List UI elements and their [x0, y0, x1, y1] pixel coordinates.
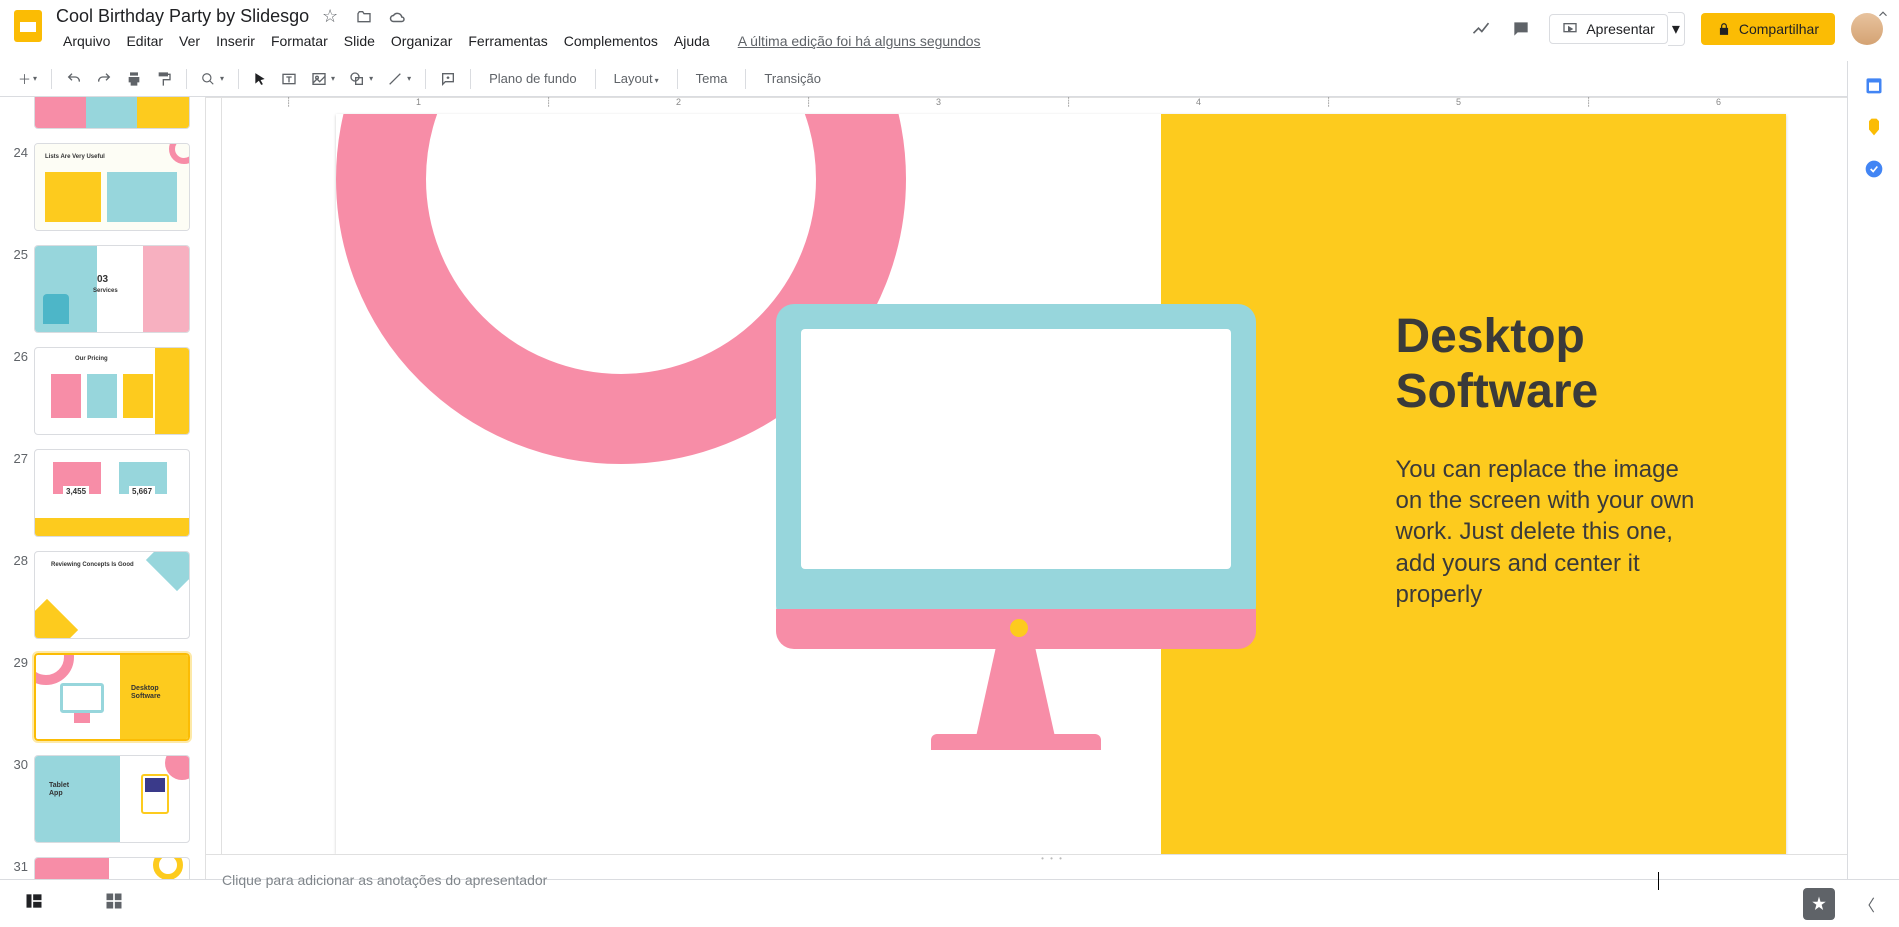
last-edit-link[interactable]: A última edição foi há alguns segundos [731, 29, 988, 53]
monitor-screen-shape[interactable] [801, 329, 1231, 569]
redo-button[interactable] [90, 67, 118, 91]
slide-thumb-31[interactable] [34, 857, 190, 879]
slide-title-line2: Software [1396, 364, 1599, 419]
new-slide-button[interactable]: ＋▾ [12, 65, 43, 92]
present-label: Apresentar [1586, 21, 1654, 37]
move-icon[interactable] [355, 8, 373, 26]
thumb-title: Reviewing Concepts Is Good [51, 562, 134, 568]
speaker-notes[interactable]: Clique para adicionar as anotações do ap… [206, 862, 1899, 898]
right-sidebar [1847, 61, 1899, 879]
thumb-title: Lists Are Very Useful [45, 154, 105, 160]
image-tool[interactable]: ▾ [305, 67, 341, 91]
title-area: Cool Birthday Party by Slidesgo ☆ Arquiv… [56, 6, 1469, 53]
slide-number: 27 [6, 449, 28, 466]
transition-button[interactable]: Transição [754, 67, 831, 90]
menu-slide[interactable]: Slide [337, 29, 382, 53]
menu-bar: Arquivo Editar Ver Inserir Formatar Slid… [56, 29, 1469, 53]
slide-number: 31 [6, 857, 28, 874]
monitor-foot-shape[interactable] [931, 734, 1101, 750]
menu-ferramentas[interactable]: Ferramentas [461, 29, 554, 53]
grid-view-icon[interactable] [104, 891, 124, 916]
vertical-ruler[interactable] [206, 98, 222, 854]
paint-format-button[interactable] [150, 67, 178, 91]
menu-inserir[interactable]: Inserir [209, 29, 262, 53]
slide-thumb-28[interactable]: Reviewing Concepts Is Good [34, 551, 190, 639]
present-button[interactable]: Apresentar [1549, 14, 1667, 44]
print-button[interactable] [120, 67, 148, 91]
comment-button[interactable] [434, 67, 462, 91]
filmstrip[interactable]: 24 Lists Are Very Useful 25 03 Services … [0, 97, 206, 879]
slide-number: 26 [6, 347, 28, 364]
calendar-addon-icon[interactable] [1864, 75, 1884, 95]
menu-complementos[interactable]: Complementos [557, 29, 665, 53]
menu-ver[interactable]: Ver [172, 29, 207, 53]
slide-title-textbox[interactable]: Desktop Software [1396, 309, 1599, 419]
shape-tool[interactable]: ▾ [343, 67, 379, 91]
monitor-stand-shape[interactable] [966, 649, 1066, 739]
monitor-button-shape[interactable] [1010, 619, 1028, 637]
select-tool[interactable] [247, 68, 273, 90]
thumb-title-2: Software [131, 693, 161, 700]
theme-button[interactable]: Tema [686, 67, 738, 90]
undo-button[interactable] [60, 67, 88, 91]
present-dropdown[interactable]: ▾ [1668, 12, 1685, 46]
thumb-title-1: Desktop [131, 685, 159, 692]
thumb-val-a: 3,455 [63, 486, 89, 497]
thumb-title: Our Pricing [75, 356, 108, 362]
background-button[interactable]: Plano de fundo [479, 67, 586, 90]
slide-thumb-25[interactable]: 03 Services [34, 245, 190, 333]
thumb-val-b: 5,667 [129, 486, 155, 497]
menu-arquivo[interactable]: Arquivo [56, 29, 117, 53]
comments-icon[interactable] [1509, 17, 1533, 41]
slide-number: 30 [6, 755, 28, 772]
main-body: 24 Lists Are Very Useful 25 03 Services … [0, 97, 1899, 879]
share-label: Compartilhar [1739, 21, 1819, 37]
textbox-tool[interactable] [275, 67, 303, 91]
layout-label: Layout [614, 71, 653, 86]
slide-body-textbox[interactable]: You can replace the image on the screen … [1396, 454, 1696, 610]
slides-logo[interactable] [8, 6, 48, 46]
slide-number: 28 [6, 551, 28, 568]
app-header: Cool Birthday Party by Slidesgo ☆ Arquiv… [0, 0, 1899, 61]
filmstrip-view-icon[interactable] [24, 891, 44, 916]
star-icon[interactable]: ☆ [321, 8, 339, 26]
keep-addon-icon[interactable] [1864, 117, 1884, 137]
thumb-label: Services [93, 288, 118, 294]
slide-number: 29 [6, 653, 28, 670]
slide-thumb-26[interactable]: Our Pricing [34, 347, 190, 435]
toolbar: ＋▾ ▾ ▾ ▾ ▾ Plano de fundo Layout▾ Tema T… [0, 61, 1899, 97]
slide-thumb-23[interactable] [34, 97, 190, 129]
notes-separator[interactable] [206, 854, 1899, 862]
thumb-title-1: Tablet [49, 782, 69, 789]
slide-canvas[interactable]: Desktop Software You can replace the ima… [336, 114, 1786, 854]
line-tool[interactable]: ▾ [381, 67, 417, 91]
layout-button[interactable]: Layout▾ [604, 67, 669, 90]
menu-editar[interactable]: Editar [119, 29, 170, 53]
slide-thumb-30[interactable]: Tablet App [34, 755, 190, 843]
slide-stage[interactable]: Desktop Software You can replace the ima… [222, 98, 1899, 854]
menu-formatar[interactable]: Formatar [264, 29, 335, 53]
slide-number: 25 [6, 245, 28, 262]
menu-organizar[interactable]: Organizar [384, 29, 459, 53]
menu-ajuda[interactable]: Ajuda [667, 29, 717, 53]
tasks-addon-icon[interactable] [1864, 159, 1884, 179]
slide-number: 24 [6, 143, 28, 160]
zoom-button[interactable]: ▾ [195, 68, 230, 90]
document-title[interactable]: Cool Birthday Party by Slidesgo [56, 6, 309, 27]
notes-placeholder: Clique para adicionar as anotações do ap… [222, 872, 547, 888]
text-caret [1658, 872, 1659, 890]
slide-thumb-24[interactable]: Lists Are Very Useful [34, 143, 190, 231]
cloud-status-icon[interactable] [389, 8, 407, 26]
thumb-num: 03 [97, 274, 108, 285]
thumb-title-2: App [49, 790, 63, 797]
activity-icon[interactable] [1469, 17, 1493, 41]
canvas-area: ┊ 1 ┊ 2 ┊ 3 ┊ 4 ┊ 5 ┊ 6 [206, 97, 1899, 879]
slide-title-line1: Desktop [1396, 309, 1599, 364]
slide-thumb-29[interactable]: Desktop Software [34, 653, 190, 741]
collapse-toolbar-icon[interactable] [1875, 6, 1891, 22]
share-button[interactable]: Compartilhar [1701, 13, 1835, 45]
slide-thumb-27[interactable]: 3,455 5,667 [34, 449, 190, 537]
